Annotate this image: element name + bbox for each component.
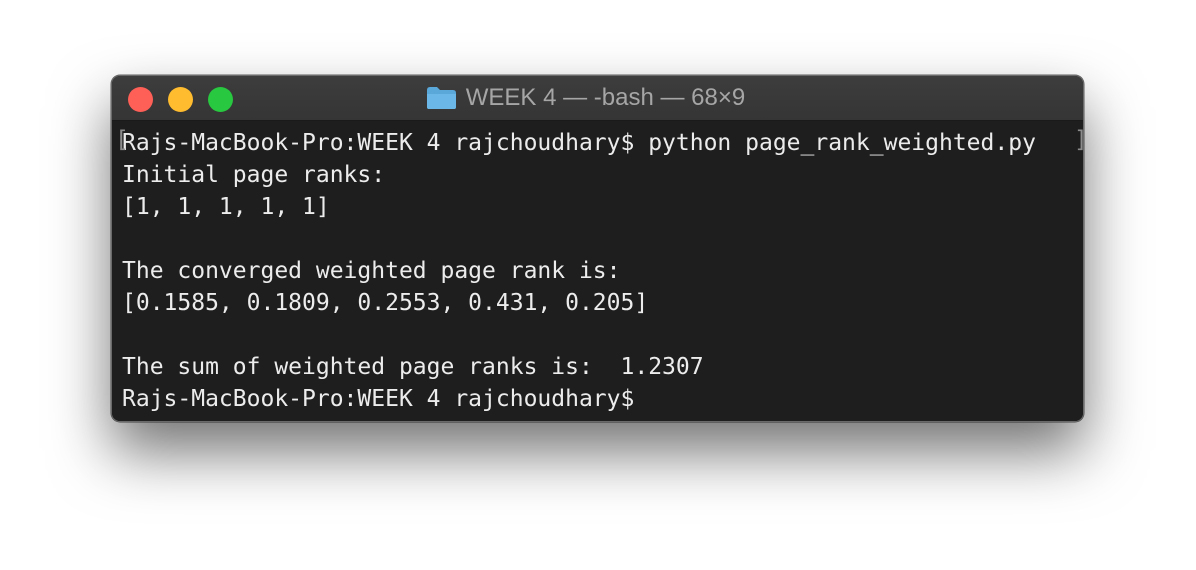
terminal-line-sum: The sum of weighted page ranks is: 1.230… [122, 354, 704, 380]
terminal-line-converged-values: [0.1585, 0.1809, 0.2553, 0.431, 0.205] [122, 290, 649, 316]
window-title: WEEK 4 — -bash — 68×9 [465, 84, 746, 111]
window-title-container: WEEK 4 — -bash — 68×9 [112, 76, 1083, 120]
terminal-window: WEEK 4 — -bash — 68×9 [ ] Rajs-MacBook-P… [111, 75, 1084, 422]
mark-bracket-left: [ [115, 127, 129, 153]
terminal-output[interactable]: [ ] Rajs-MacBook-Pro:WEEK 4 rajchoudhary… [112, 121, 1083, 421]
title-bar[interactable]: WEEK 4 — -bash — 68×9 [112, 76, 1083, 121]
terminal-line-initial-label: Initial page ranks: [122, 162, 386, 188]
terminal-line-command: Rajs-MacBook-Pro:WEEK 4 rajchoudhary$ py… [122, 130, 1036, 156]
terminal-line-prompt: Rajs-MacBook-Pro:WEEK 4 rajchoudhary$ [122, 386, 635, 412]
terminal-line-initial-values: [1, 1, 1, 1, 1] [122, 194, 330, 220]
terminal-line-converged-label: The converged weighted page rank is: [122, 258, 621, 284]
mark-bracket-right: ] [1074, 127, 1083, 153]
folder-icon [426, 87, 456, 109]
